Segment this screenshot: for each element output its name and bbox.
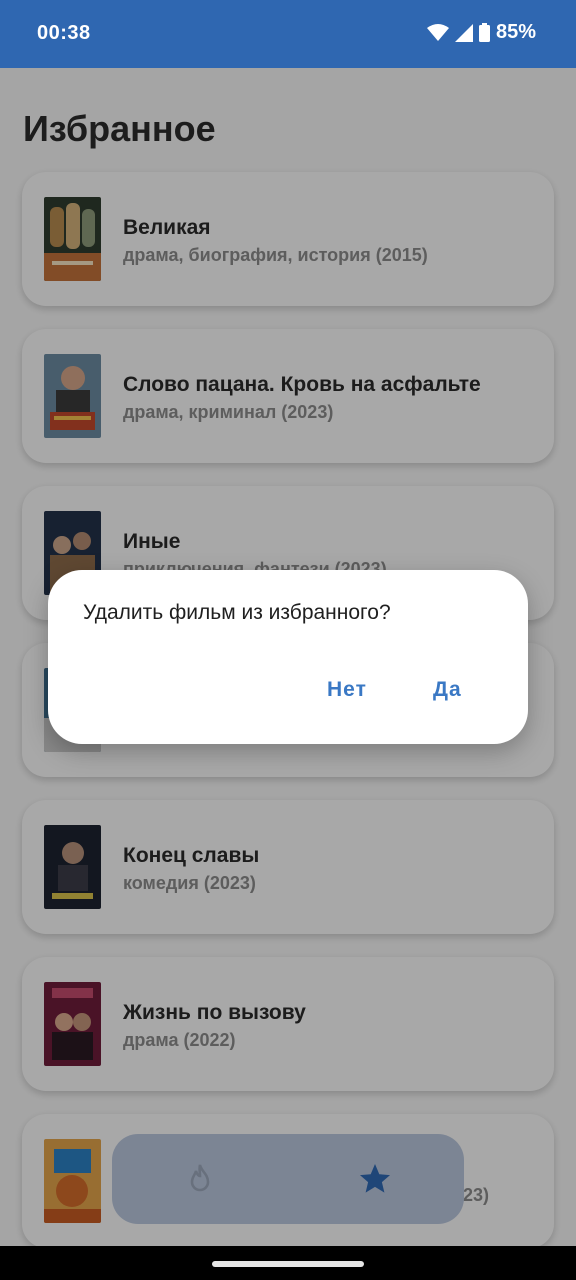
status-bar: 00:38 85% (0, 0, 576, 68)
battery-percent: 85% (495, 21, 536, 43)
yes-button[interactable]: Да (433, 678, 462, 702)
status-time: 00:38 (37, 22, 91, 44)
battery-icon (478, 23, 490, 42)
wifi-icon (426, 23, 449, 42)
no-button[interactable]: Нет (327, 678, 367, 702)
home-gesture-handle[interactable] (212, 1261, 364, 1267)
dialog-message: Удалить фильм из избранного? (83, 601, 391, 624)
signal-icon (454, 23, 473, 42)
confirm-delete-dialog: Удалить фильм из избранного? Нет Да (48, 570, 528, 744)
system-nav-bar (0, 1246, 576, 1280)
status-icons: 85% (426, 21, 536, 44)
